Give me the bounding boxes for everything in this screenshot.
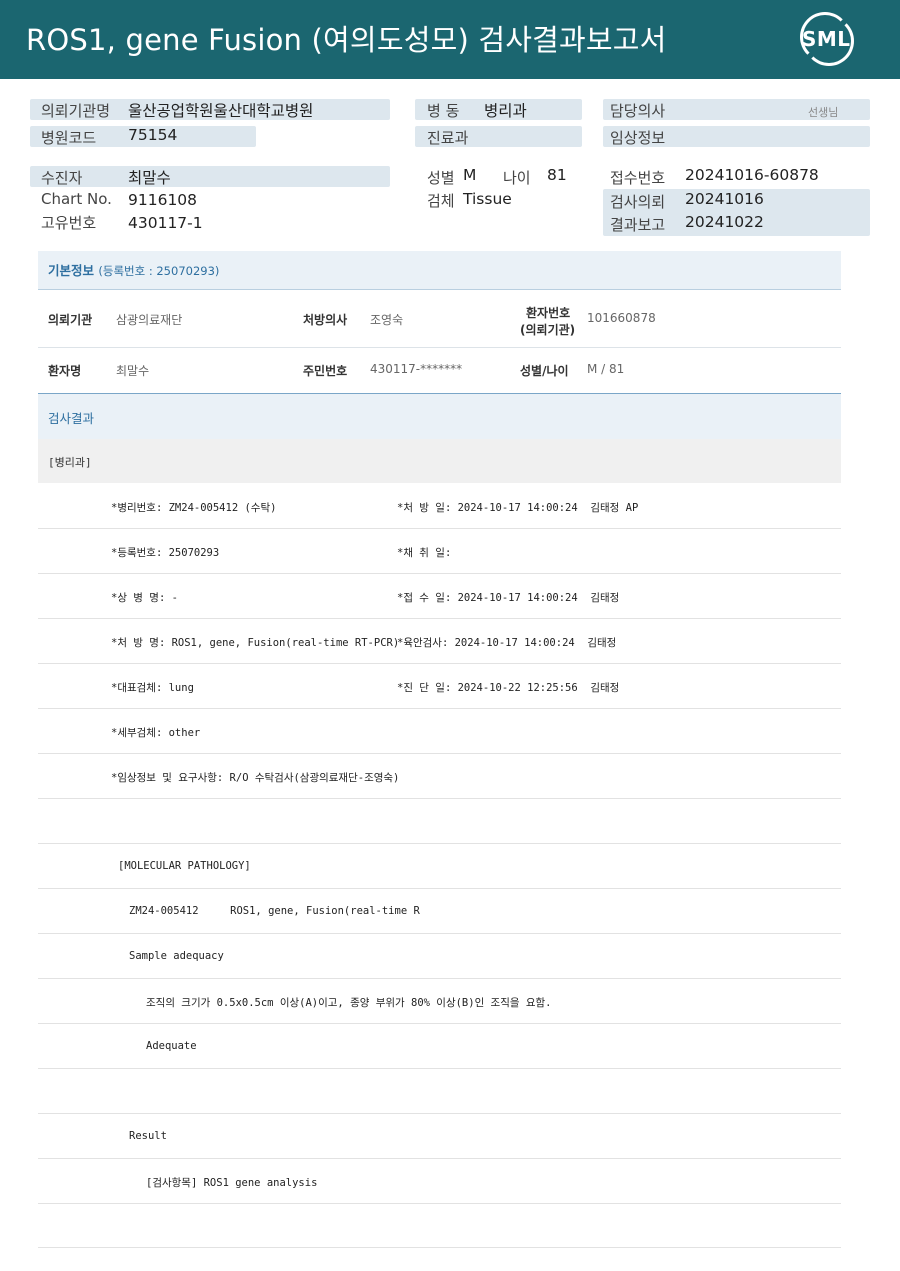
blank-row — [38, 799, 841, 844]
result-line-right: *채 취 일: — [397, 547, 452, 559]
doctor-label: 담당의사 — [610, 102, 666, 120]
ward-value: 병리과 — [484, 102, 527, 120]
sample-adequacy-row: Sample adequacy — [38, 934, 841, 979]
patient-label: 수진자 — [41, 169, 83, 187]
result-line-left: *상 병 명: - — [111, 592, 178, 604]
basic-info-title: 기본정보 — [48, 263, 95, 278]
ward-label: 병 동 — [427, 102, 460, 120]
result-line: *상 병 명: - *접 수 일: 2024-10-17 14:00:24 김태… — [38, 574, 841, 619]
req-inst-value: 울산공업학원울산대학교병원 — [128, 102, 314, 120]
report-label: 결과보고 — [610, 216, 666, 234]
patient-bar — [30, 166, 390, 187]
mp-header: [MOLECULAR PATHOLOGY] — [118, 860, 251, 872]
hosp-code-value: 75154 — [128, 126, 178, 144]
specimen-value: Tissue — [463, 190, 512, 208]
basic-info-row-2: 환자명 최말수 주민번호 430117-******* 성별/나이 M / 81 — [38, 348, 841, 392]
doc-label: 처방의사 — [303, 313, 348, 327]
results-title: 검사결과 — [48, 411, 95, 426]
basic-info-row-1: 의뢰기관 삼광의료재단 처방의사 조영숙 환자번호 (의뢰기관) 1016608… — [38, 290, 841, 348]
req-inst-label: 의뢰기관명 — [41, 102, 111, 120]
logo-text: SML — [802, 27, 851, 51]
category-row: [병리과] — [38, 439, 841, 483]
specimen-label: 검체 — [427, 192, 455, 210]
sexage-label: 성별/나이 — [520, 364, 569, 378]
age-label: 나이 — [503, 169, 531, 187]
result-line: *등록번호: 25070293 *채 취 일: — [38, 529, 841, 574]
result-line-left: *대표검체: lung — [111, 682, 194, 694]
unique-label: 고유번호 — [41, 214, 97, 232]
unique-value: 430117-1 — [128, 214, 203, 232]
result-line-left: *등록번호: 25070293 — [111, 547, 220, 559]
result-line-right: *진 단 일: 2024-10-22 12:25:56 김태정 — [397, 682, 620, 694]
category-label: [병리과] — [48, 456, 92, 469]
doctor-suffix: 선생님 — [808, 106, 839, 119]
mp-header-row: [MOLECULAR PATHOLOGY] — [38, 844, 841, 889]
report-header: ROS1, gene Fusion (여의도성모) 검사결과보고서 SML — [0, 0, 900, 79]
result-line-right: *처 방 일: 2024-10-17 14:00:24 김태정 AP — [397, 502, 639, 514]
result-line: *임상정보 및 요구사항: R/O 수탁검사(삼광의료재단-조영숙) — [38, 754, 841, 799]
sex-value: M — [463, 166, 477, 184]
sample-adequacy: Sample adequacy — [129, 950, 224, 962]
request-value: 20241016 — [685, 190, 764, 208]
blank-row — [38, 1203, 841, 1248]
inst-label: 의뢰기관 — [48, 313, 93, 327]
age-value: 81 — [547, 166, 567, 184]
receipt-label: 접수번호 — [610, 169, 666, 187]
hosp-code-label: 병원코드 — [41, 129, 97, 147]
sexage-value: M / 81 — [587, 362, 625, 376]
pno-value: 101660878 — [587, 311, 656, 325]
basic-info-reg: (등록번호 : 25070293) — [98, 264, 220, 278]
sex-label: 성별 — [427, 169, 455, 187]
mp-line: ZM24-005412 ROS1, gene, Fusion(real-time… — [129, 905, 420, 917]
result-line-left: *임상정보 및 요구사항: R/O 수탁검사(삼광의료재단-조영숙) — [111, 772, 400, 784]
result-line: *처 방 명: ROS1, gene, Fusion(real-time RT-… — [38, 619, 841, 664]
patient-value: 최말수 — [128, 169, 171, 187]
result-line-left: *세부검체: other — [111, 727, 201, 739]
result-line-right: *육안검사: 2024-10-17 14:00:24 김태정 — [397, 637, 617, 649]
report-value: 20241022 — [685, 213, 764, 231]
chart-label: Chart No. — [41, 190, 112, 208]
blank-row — [38, 1069, 841, 1114]
result-line: *대표검체: lung *진 단 일: 2024-10-22 12:25:56 … — [38, 664, 841, 709]
result-label: Result — [129, 1130, 167, 1142]
criteria-text: 조직의 크기가 0.5x0.5cm 이상(A)이고, 종양 부위가 80% 이상… — [146, 997, 552, 1009]
mp-line-row: ZM24-005412 ROS1, gene, Fusion(real-time… — [38, 889, 841, 934]
pno-label: 환자번호 (의뢰기관) — [520, 306, 576, 337]
name-value: 최말수 — [116, 364, 150, 378]
report-title: ROS1, gene Fusion (여의도성모) 검사결과보고서 — [26, 23, 667, 57]
chart-value: 9116108 — [128, 191, 198, 209]
adequate-text: Adequate — [146, 1040, 197, 1052]
rrn-value: 430117-******* — [370, 362, 463, 376]
result-line: *세부검체: other — [38, 709, 841, 754]
name-label: 환자명 — [48, 364, 82, 378]
test-item-row: [검사항목] ROS1 gene analysis — [38, 1159, 841, 1204]
basic-info-header: 기본정보 (등록번호 : 25070293) — [38, 251, 841, 290]
results-header: 검사결과 — [38, 393, 841, 440]
criteria-row: 조직의 크기가 0.5x0.5cm 이상(A)이고, 종양 부위가 80% 이상… — [38, 979, 841, 1024]
clinical-label: 임상정보 — [610, 129, 666, 147]
result-label-row: Result — [38, 1114, 841, 1159]
request-label: 검사의뢰 — [610, 193, 666, 211]
result-line-right: *접 수 일: 2024-10-17 14:00:24 김태정 — [397, 592, 620, 604]
result-line: *병리번호: ZM24-005412 (수탁) *처 방 일: 2024-10-… — [38, 484, 841, 529]
dept-label: 진료과 — [427, 129, 469, 147]
rrn-label: 주민번호 — [303, 364, 348, 378]
inst-value: 삼광의료재단 — [116, 313, 183, 327]
test-item: [검사항목] ROS1 gene analysis — [146, 1177, 318, 1189]
doc-value: 조영숙 — [370, 313, 404, 327]
sml-logo: SML — [796, 10, 856, 66]
result-line-left: *병리번호: ZM24-005412 (수탁) — [111, 502, 277, 514]
result-line-left: *처 방 명: ROS1, gene, Fusion(real-time RT-… — [111, 637, 400, 649]
adequate-row: Adequate — [38, 1024, 841, 1069]
receipt-value: 20241016-60878 — [685, 166, 819, 184]
